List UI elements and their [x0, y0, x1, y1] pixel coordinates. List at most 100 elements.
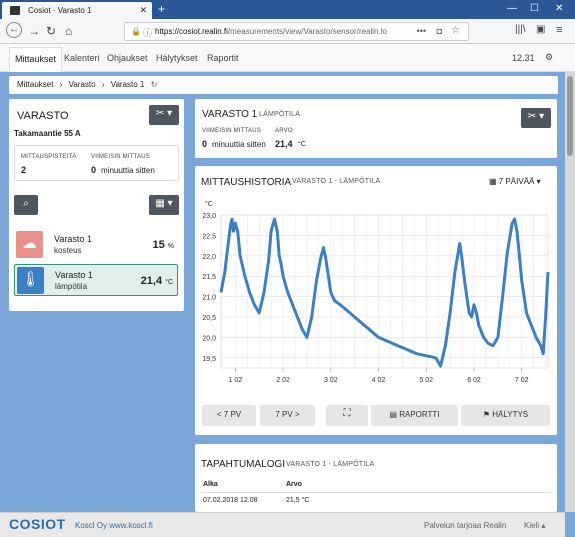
window-close-icon[interactable]: ✕	[555, 3, 563, 14]
current-last-unit: minuuttia sitten	[212, 140, 266, 149]
y-ticks: 23,0 22,5 22,0 21,5 21,0 20,5 20,0 19,5	[202, 213, 216, 363]
sensor-humidity[interactable]: ☁ Varasto 1 kosteus 15 %	[14, 229, 178, 261]
location-address: Takamaantie 55 A	[14, 129, 81, 138]
tools-icon: ✂ ▾	[155, 108, 173, 119]
breadcrumb-separator: ›	[101, 80, 105, 89]
brand-logo: COSIOT	[9, 516, 66, 532]
language-select[interactable]: Kieli ▴	[524, 521, 545, 530]
search-icon: ⌕	[23, 198, 29, 209]
range-value: 7 PÄIVÄÄ	[498, 177, 535, 186]
forward-icon[interactable]: →	[28, 24, 40, 38]
tools-icon: ✂ ▾	[527, 111, 545, 122]
breadcrumb-varasto[interactable]: Varasto	[69, 80, 96, 89]
last-measurement-value: 0	[91, 165, 97, 175]
reload-icon[interactable]: ↻	[46, 24, 56, 38]
breadcrumb-mittaukset[interactable]: Mittaukset	[17, 80, 53, 89]
nav-kalenteri[interactable]: Kalenteri	[64, 53, 100, 63]
breadcrumb: Mittaukset › Varasto › Varasto 1 ↻	[9, 76, 558, 94]
minimize-icon[interactable]: —	[507, 3, 517, 14]
menu-icon[interactable]: ≡	[556, 24, 562, 36]
grid-icon: ▦ ▾	[155, 198, 173, 209]
info-icon[interactable]: ⓘ	[143, 26, 152, 39]
y-tick-label: 21,0	[202, 295, 216, 302]
y-tick-label: 22,0	[202, 254, 216, 261]
home-icon[interactable]: ⌂	[65, 24, 72, 38]
clock: 12.31	[512, 53, 535, 63]
scrollbar[interactable]	[565, 72, 575, 512]
last-measurement-label: VIIMEISIN MITTAUS	[91, 154, 150, 160]
x-tick-label: 5 02	[419, 377, 433, 384]
sensor-temperature[interactable]: 🌡 Varasto 1 lämpötila 21,4 °C	[14, 264, 178, 296]
location-title: VARASTO	[17, 110, 69, 122]
prev-week-button[interactable]: < 7 PV	[202, 405, 256, 426]
x-tick-label: 4 02	[372, 377, 386, 384]
site-favicon-icon	[10, 6, 20, 15]
x-tick-label: 3 02	[324, 377, 338, 384]
sensor-value: 15	[152, 239, 165, 251]
sidebar-icon[interactable]: ▣	[536, 24, 545, 35]
lock-icon: 🔒	[131, 27, 141, 36]
y-tick-label: 21,5	[202, 274, 216, 281]
refresh-icon[interactable]: ↻	[151, 80, 158, 89]
browser-titlebar: Cosiot · Varasto 1 ✕ + — ☐ ✕	[0, 0, 575, 19]
events-subtitle: VARASTO 1 - LÄMPÖTILA	[286, 461, 375, 468]
x-tick-label: 1 02	[229, 377, 243, 384]
next-week-button[interactable]: 7 PV >	[260, 405, 315, 426]
company-link[interactable]: Koscl Oy www.koscl.fi	[75, 521, 153, 530]
search-button[interactable]: ⌕	[14, 195, 38, 215]
expand-icon: ⛶	[343, 408, 351, 419]
report-button[interactable]: ▤ RAPORTTI	[371, 405, 458, 426]
events-title: TAPAHTUMALOGI	[201, 459, 286, 470]
gear-icon[interactable]: ⚙	[545, 52, 553, 63]
location-tools-button[interactable]: ✂ ▾	[149, 105, 179, 125]
url-path: /measurements/view/Varasto/sensor/realin…	[227, 27, 387, 36]
report-icon: ▤	[389, 410, 397, 419]
browser-tab[interactable]: Cosiot · Varasto 1 ✕	[2, 2, 152, 19]
tab-close-icon[interactable]: ✕	[139, 5, 147, 16]
sensor-unit: °C	[165, 279, 173, 286]
current-value-label: ARVO	[275, 128, 293, 134]
current-last-label: VIIMEISIN MITTAUS	[202, 128, 261, 134]
bookmark-star-icon[interactable]: ☆	[451, 25, 460, 36]
nav-mittaukset[interactable]: Mittaukset	[9, 47, 63, 72]
location-stats: MITTAUSPISTEITÄ 2 VIIMEISIN MITTAUS 0 mi…	[14, 145, 179, 181]
y-tick-label: 23,0	[202, 213, 216, 220]
footer: COSIOT Koscl Oy www.koscl.fi Palvelun ta…	[0, 512, 565, 537]
alarm-icon: ⚑	[482, 410, 491, 419]
y-tick-label: 19,5	[202, 356, 216, 363]
range-select[interactable]: ▦ 7 PÄIVÄÄ ▾	[489, 177, 541, 186]
sensor-kind: lämpötila	[55, 282, 88, 291]
event-row-start: 07.02.2018 12.08	[203, 497, 258, 504]
history-chart: °C 23,0 22,5 22,0 21,5 21,0 20,5 20,0 19,5 1 02…	[202, 200, 550, 384]
y-tick-label: 22,5	[202, 233, 216, 240]
page-actions-icon[interactable]: •••	[417, 26, 426, 36]
back-icon[interactable]: ←	[6, 22, 22, 38]
browser-navbar: ← → ↻ ⌂ ⓘ 🔒 https://cosiot.realin.fi/mea…	[0, 19, 575, 44]
current-value-unit: °C	[298, 141, 306, 148]
y-tick-label: 20,0	[202, 335, 216, 342]
alarm-button[interactable]: ⚑ HÄLYTYS	[461, 405, 550, 426]
pocket-icon[interactable]: ◘	[437, 26, 442, 36]
new-tab-icon[interactable]: +	[158, 2, 165, 16]
points-value: 2	[21, 165, 27, 175]
nav-ohjaukset[interactable]: Ohjaukset	[107, 53, 148, 63]
sensor-value: 21,4	[140, 275, 163, 287]
url-bar[interactable]: ⓘ 🔒 https://cosiot.realin.fi/measurement…	[124, 22, 469, 41]
view-toggle-button[interactable]: ▦ ▾	[149, 195, 179, 215]
sensor-reading: 15 %	[152, 239, 174, 251]
nav-raportit[interactable]: Raportit	[207, 53, 239, 63]
report-label: RAPORTTI	[399, 410, 440, 419]
x-ticks: 1 02 2 02 3 02 4 02 5 02 6 02 7 02	[229, 368, 529, 384]
sensor-reading: 21,4 °C	[141, 275, 173, 287]
sensor-tools-button[interactable]: ✂ ▾	[521, 108, 551, 128]
scrollbar-thumb[interactable]	[567, 76, 573, 156]
maximize-icon[interactable]: ☐	[530, 3, 539, 14]
nav-halytykset[interactable]: Hälytykset	[156, 53, 198, 63]
sensor-name: Varasto 1	[55, 270, 93, 280]
last-measurement-unit: minuuttia sitten	[101, 166, 155, 175]
current-subtitle: LÄMPÖTILA	[259, 111, 301, 118]
fullscreen-button[interactable]: ⛶	[326, 405, 368, 426]
library-icon[interactable]: |||\	[515, 24, 526, 35]
sensor-name: Varasto 1	[54, 234, 92, 244]
points-label: MITTAUSPISTEITÄ	[21, 154, 77, 160]
